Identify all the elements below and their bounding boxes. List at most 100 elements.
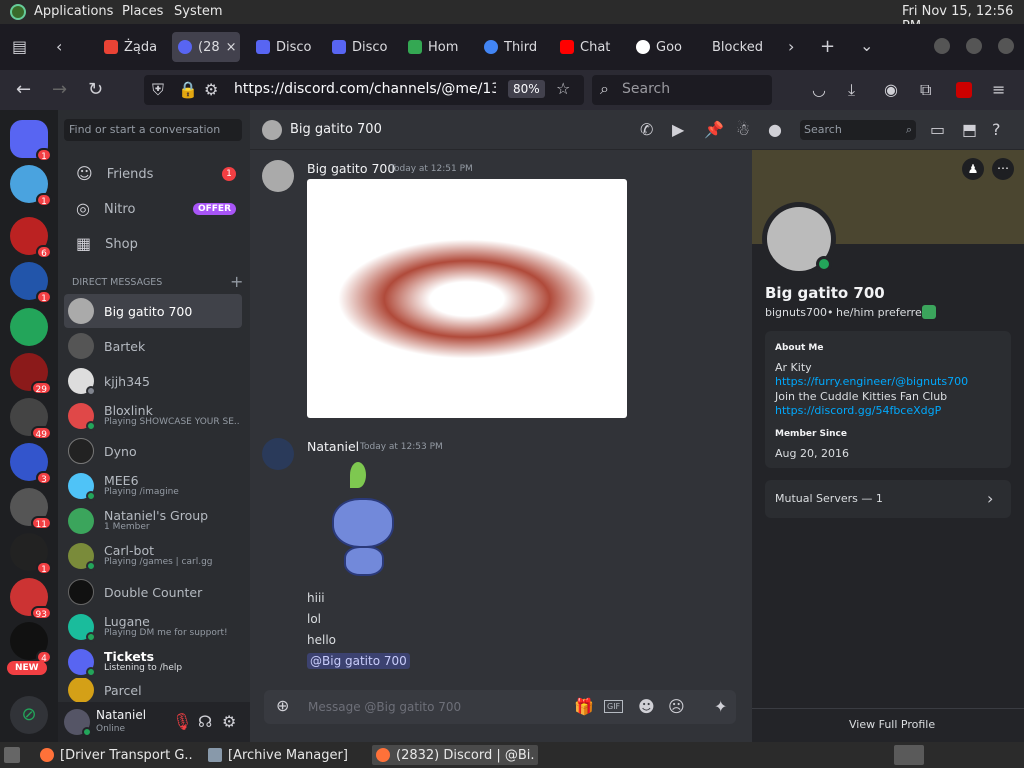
ublock-icon[interactable] xyxy=(956,82,972,98)
new-servers-badge[interactable]: NEW xyxy=(7,661,47,675)
dm-item[interactable]: Carl-bot Playing /games | carl.gg xyxy=(64,539,242,573)
pinned-icon[interactable]: 📌 xyxy=(704,122,724,138)
dm-item[interactable]: Tickets Listening to /help xyxy=(64,645,242,679)
message-author[interactable]: Nataniel xyxy=(307,439,359,454)
workspace-switcher[interactable] xyxy=(894,745,924,765)
dm-item[interactable]: kjjh345 xyxy=(64,364,242,398)
message-input-box[interactable]: ⊕ Message @Big gatito 700 🎁 GIF ☻ ☹ ✦ xyxy=(264,690,736,724)
tab-gmail[interactable]: Żąda xyxy=(104,32,164,62)
menu-icon[interactable]: ≡ xyxy=(992,82,1005,98)
dm-item[interactable]: Bloxlink Playing SHOWCASE YOUR SE... xyxy=(64,399,242,433)
user-mention[interactable]: @Big gatito 700 xyxy=(307,653,410,669)
headphones-icon[interactable]: ☊ xyxy=(198,714,212,730)
upload-plus-icon[interactable]: ⊕ xyxy=(276,698,289,714)
view-full-profile-link[interactable]: View Full Profile xyxy=(849,718,935,731)
mute-mic-icon[interactable]: 🎙 xyxy=(172,714,192,730)
avatar[interactable] xyxy=(64,709,92,737)
server-icon[interactable]: 93 xyxy=(10,578,52,620)
server-icon[interactable]: 1 xyxy=(10,262,52,304)
discord-home-icon[interactable]: 1 xyxy=(10,120,52,162)
more-options-icon[interactable]: ⋯ xyxy=(992,158,1014,180)
add-friend-icon[interactable]: ♟ xyxy=(962,158,984,180)
message-input[interactable]: Message @Big gatito 700 xyxy=(308,700,461,714)
taskbar-item[interactable]: [Archive Manager] xyxy=(204,745,364,765)
gift-icon[interactable]: 🎁 xyxy=(574,699,594,715)
nav-nitro[interactable]: ◎ Nitro OFFER xyxy=(66,193,242,225)
tab-home[interactable]: Hom xyxy=(408,32,470,62)
dm-item[interactable]: Lugane Playing DM me for support! xyxy=(64,610,242,644)
tab-google[interactable]: Third xyxy=(484,32,546,62)
menu-system[interactable]: System xyxy=(174,4,222,19)
user-profile-icon[interactable]: ● xyxy=(768,122,782,138)
tab-discord-2[interactable]: Disco xyxy=(256,32,318,62)
message-author[interactable]: Big gatito 700 xyxy=(307,161,395,176)
dm-item[interactable]: Dyno xyxy=(64,434,242,468)
close-tab-icon[interactable]: × xyxy=(226,40,237,55)
explore-servers-icon[interactable]: ⊘ xyxy=(10,696,48,734)
about-link[interactable]: https://discord.gg/54fbceXdgP xyxy=(775,404,941,417)
close-window-button[interactable] xyxy=(998,38,1014,54)
tab-discord-active[interactable]: (28 × xyxy=(172,32,240,62)
maximize-window-button[interactable] xyxy=(966,38,982,54)
extensions-icon[interactable]: ⧉ xyxy=(920,82,931,98)
dm-item[interactable]: Big gatito 700 xyxy=(64,294,242,328)
server-icon[interactable]: 4 xyxy=(10,622,52,664)
avatar[interactable] xyxy=(262,160,294,192)
server-icon[interactable] xyxy=(10,308,48,346)
pocket-icon[interactable]: ◡ xyxy=(812,82,826,98)
find-conversation-input[interactable]: Find or start a conversation xyxy=(64,119,242,141)
list-tabs-icon[interactable]: ⌄ xyxy=(860,38,873,54)
nav-shop[interactable]: ▦ Shop xyxy=(66,228,242,260)
mutual-servers-card[interactable]: Mutual Servers — 1 › xyxy=(765,480,1011,518)
about-link[interactable]: https://furry.engineer/@bignuts700 xyxy=(775,375,968,388)
menu-places[interactable]: Places xyxy=(122,4,163,19)
bookmark-icon[interactable]: ⬒ xyxy=(962,122,977,138)
permissions-icon[interactable]: ⚙ xyxy=(204,82,218,98)
browser-search[interactable]: ⌕ Search xyxy=(592,75,772,105)
server-icon[interactable]: 3 xyxy=(10,443,52,485)
tab-goo[interactable]: Goo xyxy=(636,32,698,62)
inbox-icon[interactable]: ▭ xyxy=(930,122,945,138)
server-icon[interactable]: 29 xyxy=(10,353,52,395)
voice-call-icon[interactable]: ✆ xyxy=(640,122,653,138)
create-dm-icon[interactable]: + xyxy=(230,274,243,290)
dm-item[interactable]: Nataniel's Group 1 Member xyxy=(64,504,242,538)
add-friends-icon[interactable]: ☃ xyxy=(736,122,750,138)
dm-item[interactable]: MEE6 Playing /imagine xyxy=(64,469,242,503)
nitro-badge-icon[interactable] xyxy=(922,305,936,319)
minimize-window-button[interactable] xyxy=(934,38,950,54)
show-desktop-icon[interactable] xyxy=(4,747,20,763)
tab-overview-icon[interactable]: ▤ xyxy=(12,39,27,55)
server-icon[interactable]: 6 xyxy=(10,217,52,259)
tab-scroll-left-icon[interactable]: ‹ xyxy=(56,39,62,55)
url-bar[interactable]: ⛨ 🔒 ⚙ https://discord.com/channels/@me/1… xyxy=(144,75,584,105)
apps-icon[interactable]: ✦ xyxy=(714,699,727,715)
dm-item[interactable]: Bartek xyxy=(64,329,242,363)
tab-scroll-right-icon[interactable]: › xyxy=(788,39,794,55)
gif-icon[interactable]: GIF xyxy=(604,700,624,713)
avatar[interactable] xyxy=(262,438,294,470)
shield-icon[interactable]: ⛨ xyxy=(152,82,164,98)
server-icon[interactable]: 1 xyxy=(10,533,52,575)
server-icon[interactable]: 11 xyxy=(10,488,52,530)
lock-icon[interactable]: 🔒 xyxy=(178,82,198,98)
downloads-icon[interactable]: ⤓ xyxy=(848,82,855,98)
menu-applications[interactable]: Applications xyxy=(34,4,113,19)
server-icon[interactable]: 49 xyxy=(10,398,52,440)
dm-item[interactable]: Parcel xyxy=(64,678,242,702)
account-icon[interactable]: ◉ xyxy=(884,82,898,98)
nav-friends[interactable]: ☺ Friends 1 xyxy=(66,158,242,190)
back-icon[interactable]: ← xyxy=(16,81,31,99)
server-icon[interactable]: 1 xyxy=(10,165,52,207)
wumpus-sticker[interactable] xyxy=(318,462,414,582)
video-call-icon[interactable]: ▶ xyxy=(672,122,684,138)
reload-icon[interactable]: ↻ xyxy=(88,81,103,99)
tab-blocked[interactable]: Blocked xyxy=(712,32,774,62)
image-attachment[interactable] xyxy=(307,179,627,418)
taskbar-item-active[interactable]: (2832) Discord | @Bi... xyxy=(372,745,538,765)
sticker-icon[interactable]: ☻ xyxy=(638,699,655,715)
emoji-icon[interactable]: ☹ xyxy=(668,699,685,715)
tab-discord-3[interactable]: Disco xyxy=(332,32,394,62)
help-icon[interactable]: ? xyxy=(992,122,1001,138)
chat-search-input[interactable]: Search ⌕ xyxy=(800,120,916,140)
